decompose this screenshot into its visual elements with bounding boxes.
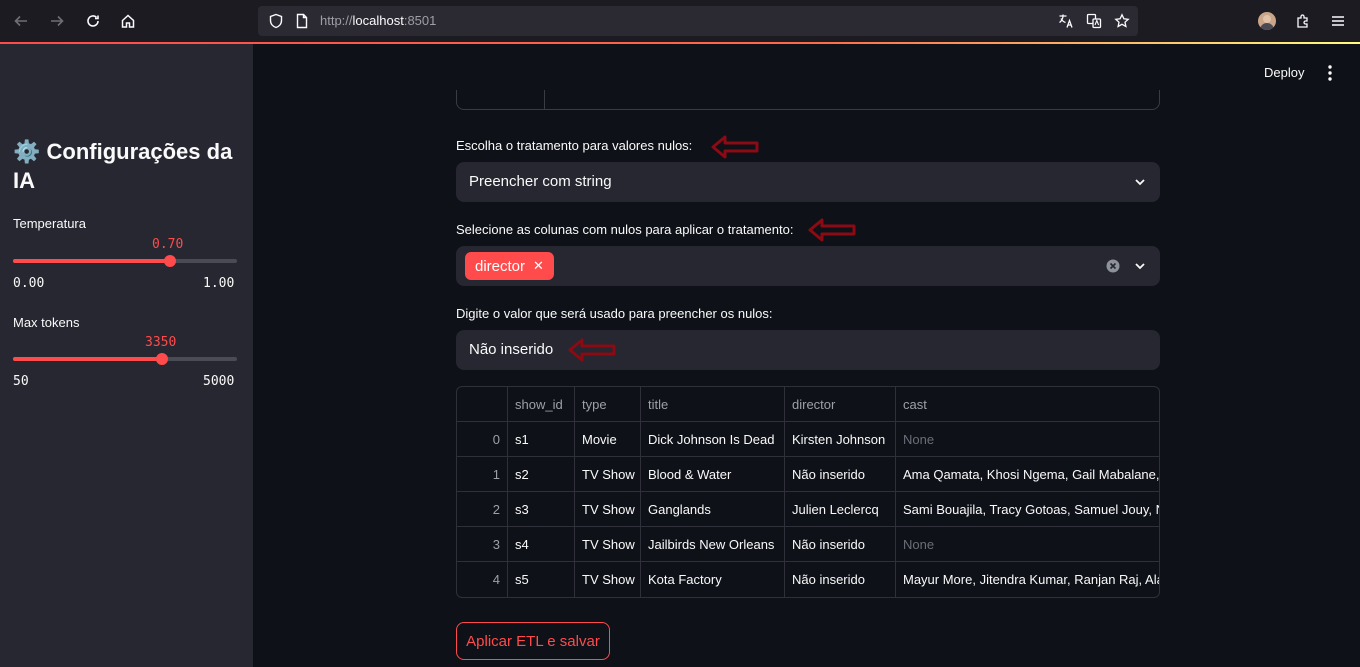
table-cell[interactable]: Sami Bouajila, Tracy Gotoas, Samuel Jouy…: [896, 492, 1159, 527]
row-index: 2: [457, 492, 508, 527]
annotation-arrow-icon: [711, 135, 759, 159]
max-tokens-value: 3350: [145, 335, 177, 350]
row-index: 4: [457, 562, 508, 597]
browser-toolbar: http://localhost:8501: [0, 0, 1360, 42]
columns-multiselect[interactable]: director ✕: [456, 246, 1160, 286]
table-cell[interactable]: Não inserido: [785, 457, 896, 492]
row-index: 0: [457, 422, 508, 457]
max-tokens-label: Max tokens: [13, 315, 80, 330]
table-cell[interactable]: s1: [508, 422, 575, 457]
max-tokens-min: 50: [13, 374, 29, 389]
table-cell[interactable]: TV Show: [575, 527, 641, 562]
column-header[interactable]: cast: [896, 387, 1159, 422]
max-tokens-slider-fill: [13, 357, 163, 361]
table-cell[interactable]: Julien Leclercq: [785, 492, 896, 527]
clear-all-icon[interactable]: [1106, 259, 1120, 273]
table-cell[interactable]: Não inserido: [785, 562, 896, 597]
temperature-slider-thumb[interactable]: [163, 255, 176, 267]
table-cell[interactable]: s5: [508, 562, 575, 597]
table-cell[interactable]: s4: [508, 527, 575, 562]
table-cell[interactable]: Movie: [575, 422, 641, 457]
column-header[interactable]: director: [785, 387, 896, 422]
annotation-arrow-icon: [568, 338, 616, 362]
tag-label: director: [475, 257, 526, 275]
table-cell[interactable]: TV Show: [575, 492, 641, 527]
temperature-slider-fill: [13, 259, 170, 263]
translate-page-icon[interactable]: [1086, 13, 1102, 29]
reload-icon[interactable]: [81, 9, 105, 33]
temperature-min: 0.00: [13, 276, 45, 291]
table-cell[interactable]: Mayur More, Jitendra Kumar, Ranjan Raj, …: [896, 562, 1159, 597]
profile-avatar[interactable]: [1258, 12, 1276, 30]
chevron-down-icon[interactable]: [1134, 260, 1146, 272]
row-index: 1: [457, 457, 508, 492]
url-text: http://localhost:8501: [320, 13, 437, 28]
annotation-arrow-icon: [808, 218, 856, 242]
previous-widget-bottom: [456, 90, 1160, 110]
deploy-button[interactable]: Deploy: [1264, 65, 1304, 80]
table-cell[interactable]: Jailbirds New Orleans: [641, 527, 785, 562]
address-bar[interactable]: http://localhost:8501: [258, 6, 1138, 36]
table-cell[interactable]: Blood & Water: [641, 457, 785, 492]
table-row[interactable]: 2 s3 TV Show Ganglands Julien Leclercq S…: [457, 492, 1159, 527]
table-cell[interactable]: Kirsten Johnson: [785, 422, 896, 457]
fill-value-label: Digite o valor que será usado para preen…: [456, 306, 773, 321]
translate-icon[interactable]: [1058, 13, 1074, 29]
null-treatment-select[interactable]: Preencher com string: [456, 162, 1160, 202]
fill-value-text: Não inserido: [469, 341, 554, 358]
null-treatment-value: Preencher com string: [469, 173, 612, 190]
temperature-max: 1.00: [203, 276, 235, 291]
table-cell[interactable]: None: [896, 527, 1159, 562]
page-icon[interactable]: [294, 13, 310, 29]
selected-column-tag[interactable]: director ✕: [465, 252, 554, 280]
table-cell[interactable]: None: [896, 422, 1159, 457]
table-cell[interactable]: Kota Factory: [641, 562, 785, 597]
table-cell[interactable]: Não inserido: [785, 527, 896, 562]
table-row[interactable]: 0 s1 Movie Dick Johnson Is Dead Kirsten …: [457, 422, 1159, 457]
table-cell[interactable]: Ganglands: [641, 492, 785, 527]
row-index: 3: [457, 527, 508, 562]
table-cell[interactable]: s2: [508, 457, 575, 492]
sidebar-title: ⚙️ Configurações da IA: [13, 139, 233, 193]
previous-widget-divider: [544, 90, 545, 110]
fill-value-input[interactable]: Não inserido: [456, 330, 1160, 370]
index-header[interactable]: [457, 387, 508, 422]
remove-tag-icon[interactable]: ✕: [533, 258, 544, 274]
apply-etl-button[interactable]: Aplicar ETL e salvar: [456, 622, 610, 660]
column-header[interactable]: type: [575, 387, 641, 422]
column-header[interactable]: show_id: [508, 387, 575, 422]
bookmark-star-icon[interactable]: [1114, 13, 1130, 29]
column-header[interactable]: title: [641, 387, 785, 422]
temperature-value: 0.70: [152, 237, 184, 252]
home-icon[interactable]: [116, 9, 140, 33]
dataframe-table[interactable]: show_id type title director cast 0 s1 Mo…: [456, 386, 1160, 598]
table-row[interactable]: 3 s4 TV Show Jailbirds New Orleans Não i…: [457, 527, 1159, 562]
columns-select-label: Selecione as colunas com nulos para apli…: [456, 222, 794, 237]
extensions-icon[interactable]: [1291, 9, 1315, 33]
forward-icon[interactable]: [45, 9, 69, 33]
shield-icon[interactable]: [268, 13, 284, 29]
temperature-label: Temperatura: [13, 216, 86, 231]
table-cell[interactable]: Dick Johnson Is Dead: [641, 422, 785, 457]
table-row[interactable]: 1 s2 TV Show Blood & Water Não inserido …: [457, 457, 1159, 492]
sidebar: ⚙️ Configurações da IA Temperatura 0.70 …: [0, 44, 253, 667]
menu-icon[interactable]: [1326, 9, 1350, 33]
max-tokens-slider[interactable]: [13, 353, 237, 365]
back-icon[interactable]: [9, 9, 33, 33]
max-tokens-slider-thumb[interactable]: [156, 353, 169, 365]
more-options-icon[interactable]: [1322, 64, 1338, 82]
table-cell[interactable]: TV Show: [575, 562, 641, 597]
max-tokens-max: 5000: [203, 374, 235, 389]
table-cell[interactable]: TV Show: [575, 457, 641, 492]
table-header-row: show_id type title director cast: [457, 387, 1159, 422]
null-treatment-label: Escolha o tratamento para valores nulos:: [456, 138, 693, 153]
table-cell[interactable]: Ama Qamata, Khosi Ngema, Gail Mabalane, …: [896, 457, 1159, 492]
temperature-slider[interactable]: [13, 255, 237, 267]
table-cell[interactable]: s3: [508, 492, 575, 527]
table-row[interactable]: 4 s5 TV Show Kota Factory Não inserido M…: [457, 562, 1159, 597]
chevron-down-icon[interactable]: [1134, 176, 1146, 188]
